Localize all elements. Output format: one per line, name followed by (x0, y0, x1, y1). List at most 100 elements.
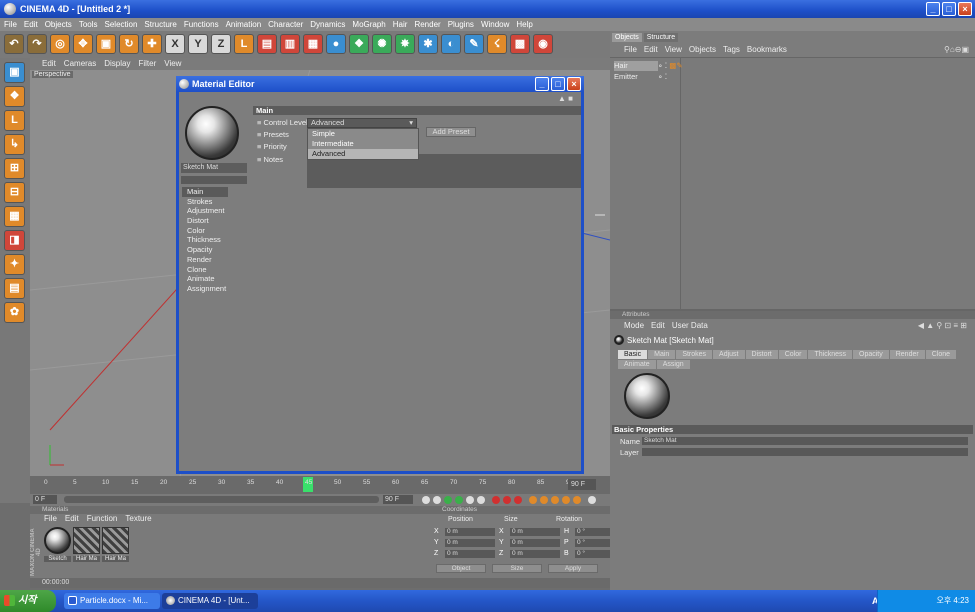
channel-color[interactable]: Color (182, 226, 228, 236)
viewport-menu-cameras[interactable]: Cameras (64, 58, 96, 70)
material-editor-title-bar[interactable]: Material Editor _ □ × (176, 76, 584, 92)
attr-tab-opacity[interactable]: Opacity (853, 350, 889, 359)
workplane-icon[interactable]: ↳ (4, 134, 25, 155)
app-title-bar[interactable]: CINEMA 4D - [Untitled 2 *] _ □ × (0, 0, 975, 18)
size-mode-select[interactable]: Size (492, 564, 542, 573)
taskbar-item-word[interactable]: Particle.docx - Mi... (64, 593, 160, 609)
dropdown-option-advanced[interactable]: Advanced (308, 149, 418, 159)
channel-clone[interactable]: Clone (182, 265, 228, 275)
uv-polygons-icon[interactable]: ✦ (4, 254, 25, 275)
minimize-button[interactable]: _ (926, 2, 940, 16)
channel-assignment[interactable]: Assignment (182, 284, 228, 294)
menu-item-structure[interactable]: Structure (144, 18, 176, 31)
attributes-menu-mode[interactable]: Mode (624, 320, 644, 331)
play-backward-icon[interactable] (444, 496, 452, 504)
position-key-icon[interactable] (529, 496, 537, 504)
texture-mode-icon[interactable]: L (4, 110, 25, 131)
polygons-mode-icon[interactable]: ▦ (4, 206, 25, 227)
material-editor-lock-icon[interactable]: ▲ ■ (558, 94, 573, 103)
attr-tab-assign[interactable]: Assign (656, 360, 690, 369)
y-axis-icon[interactable]: Y (188, 34, 208, 54)
next-frame-icon[interactable] (466, 496, 474, 504)
menu-item-character[interactable]: Character (268, 18, 303, 31)
menu-item-functions[interactable]: Functions (184, 18, 219, 31)
keyframe-selection-icon[interactable] (514, 496, 522, 504)
material-thumb-sketch[interactable] (44, 527, 71, 554)
environment-icon[interactable]: ◐ (441, 34, 461, 54)
object-visibility-icon[interactable]: ∘ ⁚ (658, 72, 667, 81)
channel-filter-field[interactable] (181, 176, 247, 184)
redo-icon[interactable]: ↷ (27, 34, 47, 54)
scale-icon[interactable]: ▣ (96, 34, 116, 54)
channel-distort[interactable]: Distort (182, 216, 228, 226)
control-level-dropdown[interactable]: Simple Intermediate Advanced (307, 128, 419, 160)
material-menu-file[interactable]: File (44, 514, 57, 524)
material-preview-sphere[interactable] (185, 106, 239, 160)
x-axis-icon[interactable]: X (165, 34, 185, 54)
attr-tab-basic[interactable]: Basic (618, 350, 648, 359)
live-selection-icon[interactable]: ◎ (50, 34, 70, 54)
attr-tab-render[interactable]: Render (889, 350, 925, 359)
attr-tab-distort[interactable]: Distort (745, 350, 778, 359)
taskbar-item-cinema4d[interactable]: CINEMA 4D - [Unt... (162, 593, 258, 609)
preview-range-slider[interactable] (64, 496, 379, 503)
maximize-button[interactable]: □ (942, 2, 956, 16)
render-view-icon[interactable]: ▤ (257, 34, 277, 54)
coordinate-system-icon[interactable]: L (234, 34, 254, 54)
model-mode-icon[interactable]: ❖ (4, 86, 25, 107)
light-icon[interactable]: ☇ (487, 34, 507, 54)
snap-icon[interactable]: ✿ (4, 302, 25, 323)
use-camera-icon[interactable]: ▣ (4, 62, 25, 83)
menu-item-mograph[interactable]: MoGraph (352, 18, 385, 31)
camera-icon[interactable]: ✎ (464, 34, 484, 54)
attr-tab-adjust[interactable]: Adjust (713, 350, 745, 359)
menu-item-hair[interactable]: Hair (393, 18, 408, 31)
material-editor-window[interactable]: Material Editor _ □ × ▲ ■ Sketch Mat Mai… (176, 76, 584, 474)
attr-tab-main[interactable]: Main (648, 350, 676, 359)
dropdown-option-simple[interactable]: Simple (308, 129, 418, 139)
menu-item-file[interactable]: File (4, 18, 17, 31)
channel-animate[interactable]: Animate (182, 274, 228, 284)
attributes-menu-user-data[interactable]: User Data (672, 320, 708, 331)
name-field[interactable]: Sketch Mat (642, 437, 968, 445)
end-frame-field[interactable]: 90 F (568, 479, 596, 490)
viewport-menu-edit[interactable]: Edit (42, 58, 56, 70)
attr-tab-clone[interactable]: Clone (925, 350, 956, 359)
attributes-nav-icons[interactable]: ◀ ▲ ⚲ ⊡ ≡ ⊞ (918, 320, 967, 331)
viewport-menu-filter[interactable]: Filter (138, 58, 156, 70)
coordinate-field[interactable]: 0 m (445, 549, 495, 558)
close-button[interactable]: × (958, 2, 972, 16)
menu-item-objects[interactable]: Objects (45, 18, 72, 31)
attr-tab-animate[interactable]: Animate (618, 360, 656, 369)
tab-structure[interactable]: Structure (643, 33, 679, 42)
material-editor-minimize-button[interactable]: _ (535, 77, 549, 91)
object-menu-objects[interactable]: Objects (689, 44, 716, 55)
menu-item-plugins[interactable]: Plugins (448, 18, 474, 31)
tweak-mode-icon[interactable]: ▤ (4, 278, 25, 299)
hair-material-tag-icon[interactable]: ▩✎ (667, 61, 682, 70)
coordinate-field[interactable]: 0 m (510, 549, 560, 558)
scene-icon[interactable]: ✱ (418, 34, 438, 54)
object-menu-edit[interactable]: Edit (644, 44, 658, 55)
material-thumb-hair-1[interactable] (73, 527, 100, 554)
attr-tab-color[interactable]: Color (778, 350, 808, 359)
channel-opacity[interactable]: Opacity (182, 245, 228, 255)
coordinate-field[interactable]: 0 m (445, 538, 495, 547)
record-keys-icon[interactable] (492, 496, 500, 504)
material-editor-maximize-button[interactable]: □ (551, 77, 565, 91)
object-row[interactable]: Hair ∘ ⁚ ▩✎ (614, 61, 683, 71)
object-name[interactable]: Emitter (614, 72, 658, 82)
hair-tool-icon[interactable]: ▩ (510, 34, 530, 54)
attr-tab-thickness[interactable]: Thickness (808, 350, 852, 359)
nurbs-icon[interactable]: ❖ (349, 34, 369, 54)
coordinate-field[interactable]: 0 m (510, 527, 560, 536)
menu-item-render[interactable]: Render (414, 18, 440, 31)
timeline-settings-icon[interactable] (588, 496, 596, 504)
menu-item-help[interactable]: Help (516, 18, 532, 31)
start-frame-field[interactable]: 0 F (33, 495, 57, 504)
material-name-field[interactable]: Sketch Mat (181, 163, 247, 173)
dropdown-option-intermediate[interactable]: Intermediate (308, 139, 418, 149)
pla-key-icon[interactable] (573, 496, 581, 504)
points-mode-icon[interactable]: ⊞ (4, 158, 25, 179)
menu-item-selection[interactable]: Selection (105, 18, 138, 31)
